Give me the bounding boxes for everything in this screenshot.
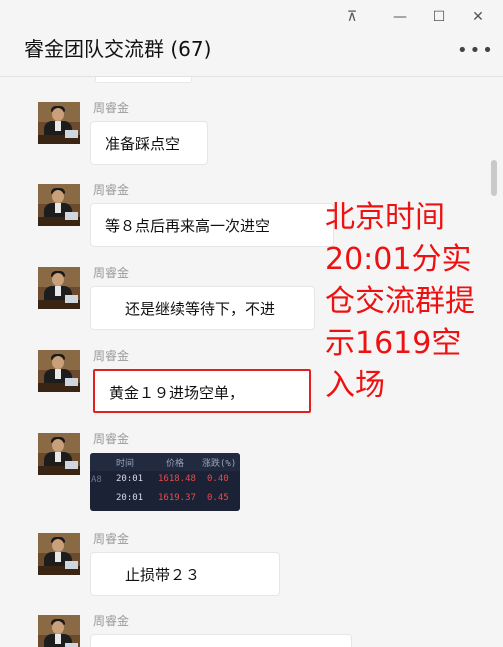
quote-change: 0.40: [207, 474, 229, 484]
message-bubble[interactable]: 准备踩点空: [90, 121, 208, 165]
close-icon[interactable]: ✕: [467, 6, 489, 28]
message-bubble[interactable]: 等８点后再来高一次进空: [90, 203, 334, 247]
message-bubble[interactable]: 止损带２３: [90, 552, 280, 596]
sender-avatar[interactable]: [38, 433, 80, 475]
quote-table-header: 时间 价格 涨跌(%): [90, 453, 240, 471]
quote-row: 20:01 1618.48 0.40: [90, 471, 240, 489]
annotation-line: 示1619空: [325, 326, 462, 361]
chat-title-bar: 睿金团队交流群 (67) ⊼ — ☐ ✕ •••: [0, 0, 503, 77]
red-annotation-text: 北京时间 20:01分实 仓交流群提 示1619空 入场: [325, 197, 500, 407]
message-bubble-partial: [95, 77, 192, 83]
sender-avatar[interactable]: [38, 102, 80, 144]
sender-avatar[interactable]: [38, 615, 80, 647]
sender-avatar[interactable]: [38, 267, 80, 309]
quote-price: 1619.37: [158, 493, 196, 503]
sender-name: 周睿金: [93, 614, 130, 628]
sender-name: 周睿金: [93, 183, 130, 197]
sender-name: 周睿金: [93, 101, 130, 115]
message-bubble[interactable]: [90, 634, 352, 647]
more-options-icon[interactable]: •••: [457, 40, 495, 61]
annotation-line: 20:01分实: [325, 242, 472, 277]
sender-avatar[interactable]: [38, 350, 80, 392]
annotation-line: 北京时间: [325, 200, 445, 235]
minimize-icon[interactable]: —: [389, 6, 411, 28]
quote-header-change: 涨跌(%): [202, 459, 237, 469]
quote-change: 0.45: [207, 493, 229, 503]
sender-name: 周睿金: [93, 532, 130, 546]
quote-header-time: 时间: [116, 459, 135, 469]
pin-window-icon[interactable]: ⊼: [341, 6, 363, 28]
sender-avatar[interactable]: [38, 184, 80, 226]
quote-row: 20:01 1619.37 0.45: [90, 490, 240, 508]
highlighted-message-bubble[interactable]: 黄金１９进场空单，: [93, 369, 311, 413]
chat-title: 睿金团队交流群 (67): [24, 37, 212, 61]
annotation-line: 入场: [325, 368, 385, 403]
sender-name: 周睿金: [93, 266, 130, 280]
chat-scrollbar[interactable]: [491, 160, 497, 196]
quote-price: 1618.48: [158, 474, 196, 484]
sender-name: 周睿金: [93, 432, 130, 446]
sender-name: 周睿金: [93, 349, 130, 363]
maximize-icon[interactable]: ☐: [428, 6, 450, 28]
message-bubble[interactable]: 还是继续等待下，不进: [90, 286, 315, 330]
sender-avatar[interactable]: [38, 533, 80, 575]
quote-time: 20:01: [116, 493, 144, 503]
quote-screenshot-image[interactable]: 时间 价格 涨跌(%) A8 20:01 1618.48 0.40 20:01 …: [90, 453, 240, 511]
quote-time: 20:01: [116, 474, 144, 484]
quote-header-price: 价格: [166, 459, 185, 469]
annotation-line: 仓交流群提: [325, 284, 475, 319]
